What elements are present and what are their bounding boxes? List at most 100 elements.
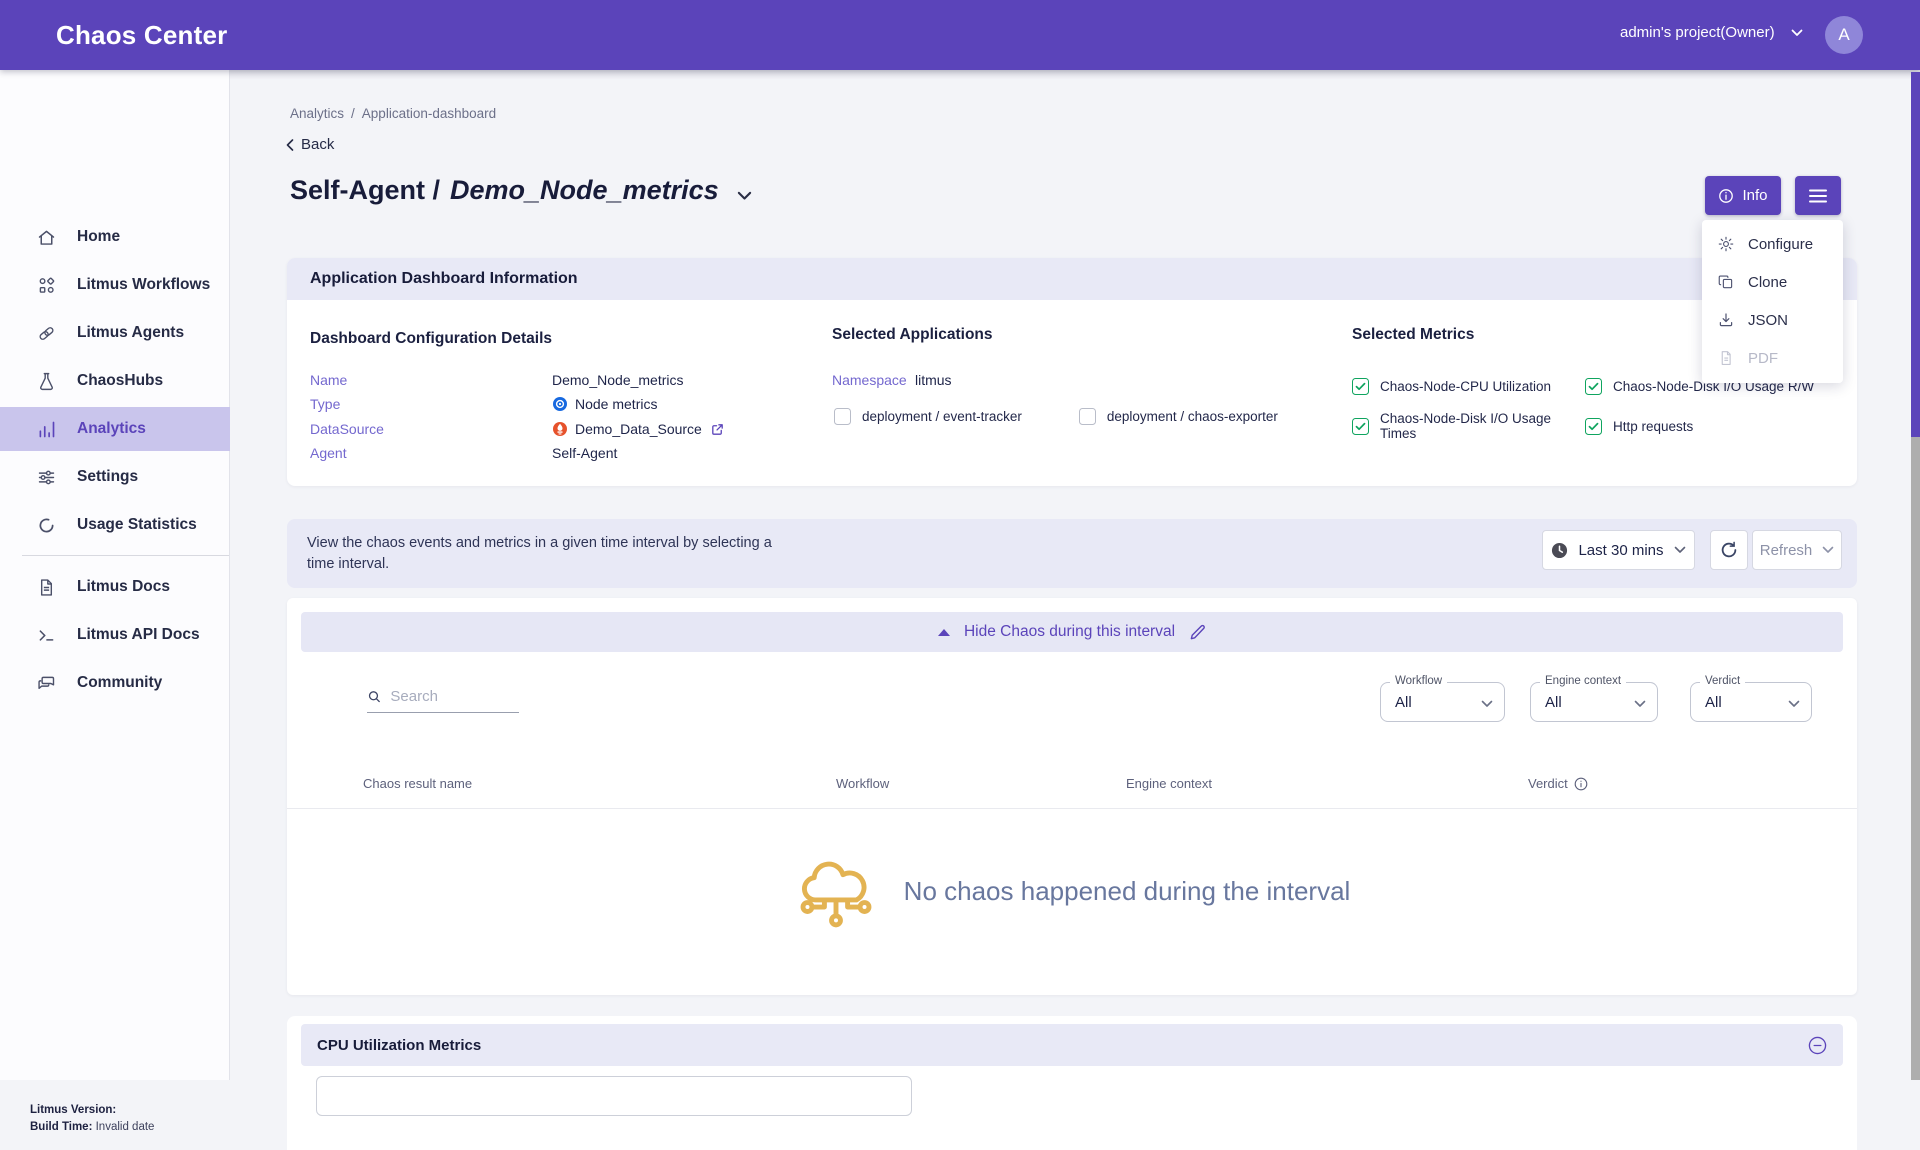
datasource-value: Demo_Data_Source <box>575 421 702 437</box>
breadcrumb-analytics[interactable]: Analytics <box>290 106 344 121</box>
menu-item-pdf: PDF <box>1702 339 1843 377</box>
sidebar-item-chaoshubs[interactable]: ChaosHubs <box>0 359 230 403</box>
hide-chaos-toggle[interactable]: Hide Chaos during this interval <box>301 612 1843 652</box>
sidebar-item-litmus-workflows[interactable]: Litmus Workflows <box>0 263 230 307</box>
checkbox-disk-io-rw[interactable] <box>1585 378 1602 395</box>
terminal-icon <box>36 625 57 646</box>
engine-context-filter-select[interactable]: Engine context All <box>1530 682 1658 722</box>
sidebar: Home Litmus Workflows Litmus Agents Chao… <box>0 70 230 1080</box>
checkbox-http-requests[interactable] <box>1585 418 1602 435</box>
sidebar-item-litmus-api-docs[interactable]: Litmus API Docs <box>0 613 230 657</box>
pencil-icon[interactable] <box>1189 624 1206 641</box>
name-label: Name <box>310 372 552 388</box>
bar-chart-icon <box>36 419 57 440</box>
sidebar-item-label: Litmus API Docs <box>77 626 200 644</box>
chevron-left-icon <box>286 139 294 151</box>
menu-item-json[interactable]: JSON <box>1702 301 1843 339</box>
sidebar-item-label: Litmus Docs <box>77 578 170 596</box>
interval-description: View the chaos events and metrics in a g… <box>307 533 787 575</box>
checkbox-label: deployment / event-tracker <box>862 409 1022 424</box>
search-icon <box>367 688 381 705</box>
flask-icon <box>36 371 57 392</box>
checkbox-event-tracker[interactable] <box>834 408 851 425</box>
sidebar-item-litmus-docs[interactable]: Litmus Docs <box>0 565 230 609</box>
chevron-down-icon <box>1674 546 1686 554</box>
sidebar-item-home[interactable]: Home <box>0 215 230 259</box>
sidebar-item-label: Usage Statistics <box>77 516 197 534</box>
sidebar-item-litmus-agents[interactable]: Litmus Agents <box>0 311 230 355</box>
sidebar-item-label: Settings <box>77 468 138 486</box>
chaos-events-card: Hide Chaos during this interval Workflow… <box>287 598 1857 995</box>
back-link[interactable]: Back <box>286 136 334 153</box>
options-dropdown-menu: Configure Clone JSON PDF <box>1702 220 1843 383</box>
avatar[interactable]: A <box>1825 16 1863 54</box>
external-link-icon[interactable] <box>710 422 725 437</box>
filter-label: Workflow <box>1390 675 1447 687</box>
home-icon <box>36 227 57 248</box>
agent-value: Self-Agent <box>552 445 617 461</box>
cpu-section-header: CPU Utilization Metrics <box>301 1024 1843 1066</box>
page-title: Self-Agent / Demo_Node_metrics <box>290 173 752 208</box>
table-header-divider <box>287 808 1857 809</box>
menu-item-clone[interactable]: Clone <box>1702 263 1843 301</box>
dashboard-switcher-chevron-icon[interactable] <box>737 177 752 208</box>
checkbox-cpu-utilization[interactable] <box>1352 378 1369 395</box>
hide-chaos-label: Hide Chaos during this interval <box>964 623 1175 641</box>
more-options-button[interactable] <box>1795 176 1841 215</box>
chevron-down-icon <box>1822 546 1834 554</box>
cpu-section-title: CPU Utilization Metrics <box>317 1037 481 1054</box>
search-box <box>367 688 519 713</box>
refresh-icon <box>1719 540 1739 560</box>
document-icon <box>36 577 57 598</box>
version-info: Litmus Version: Build Time: Invalid date <box>30 1102 154 1136</box>
checkbox-chaos-exporter[interactable] <box>1079 408 1096 425</box>
checkbox-label: Chaos-Node-Disk I/O Usage Times <box>1380 411 1585 441</box>
sidebar-item-usage-statistics[interactable]: Usage Statistics <box>0 503 230 547</box>
breadcrumb-current-page: Application-dashboard <box>362 106 496 121</box>
config-row-name: Name Demo_Node_metrics <box>310 370 684 390</box>
info-button-label: Info <box>1742 187 1767 204</box>
sidebar-item-label: Community <box>77 674 162 692</box>
namespace-label: Namespace <box>832 372 915 388</box>
checkbox-label: Chaos-Node-CPU Utilization <box>1380 379 1585 394</box>
cloud-circuit-icon <box>794 850 878 932</box>
collapse-triangle-icon <box>938 629 950 636</box>
breadcrumb: Analytics / Application-dashboard <box>290 106 496 121</box>
scrollbar-thumb[interactable] <box>1911 72 1920 437</box>
menu-item-configure[interactable]: Configure <box>1702 225 1843 263</box>
info-button[interactable]: Info <box>1705 176 1781 215</box>
chevron-down-icon <box>1791 29 1803 37</box>
project-label: admin's project(Owner) <box>1620 24 1775 41</box>
sidebar-item-analytics[interactable]: Analytics <box>0 407 230 451</box>
hamburger-icon <box>1809 189 1827 203</box>
sidebar-item-label: Home <box>77 228 120 246</box>
time-range-button[interactable]: Last 30 mins <box>1542 530 1695 570</box>
verdict-filter-select[interactable]: Verdict All <box>1690 682 1812 722</box>
type-label: Type <box>310 396 552 412</box>
info-circle-icon[interactable] <box>1574 777 1588 791</box>
menu-item-label: PDF <box>1748 350 1778 367</box>
search-input[interactable] <box>390 688 519 705</box>
checkbox-label: Http requests <box>1613 419 1693 434</box>
sliders-icon <box>36 467 57 488</box>
back-label: Back <box>301 136 334 153</box>
agents-icon <box>36 323 57 344</box>
name-value: Demo_Node_metrics <box>552 372 684 388</box>
breadcrumb-separator: / <box>351 106 355 121</box>
application-dashboard-information-panel: Application Dashboard Information Dashbo… <box>287 258 1857 486</box>
column-header-label: Verdict <box>1528 776 1568 791</box>
sidebar-item-community[interactable]: Community <box>0 661 230 705</box>
sidebar-item-settings[interactable]: Settings <box>0 455 230 499</box>
project-selector[interactable]: admin's project(Owner) <box>1620 24 1803 41</box>
refresh-rate-dropdown[interactable]: Refresh <box>1752 530 1842 570</box>
metrics-row-2: Chaos-Node-Disk I/O Usage Times Http req… <box>1352 411 1693 441</box>
config-row-type: Type Node metrics <box>310 394 657 414</box>
metrics-section-title: Selected Metrics <box>1352 326 1474 344</box>
refresh-now-button[interactable] <box>1710 530 1748 570</box>
file-icon <box>1717 349 1735 367</box>
checkbox-disk-io-times[interactable] <box>1352 418 1369 435</box>
workflow-filter-select[interactable]: Workflow All <box>1380 682 1505 722</box>
sidebar-item-label: Analytics <box>77 420 146 438</box>
column-header-workflow: Workflow <box>836 776 889 791</box>
collapse-section-button[interactable] <box>1808 1036 1827 1055</box>
